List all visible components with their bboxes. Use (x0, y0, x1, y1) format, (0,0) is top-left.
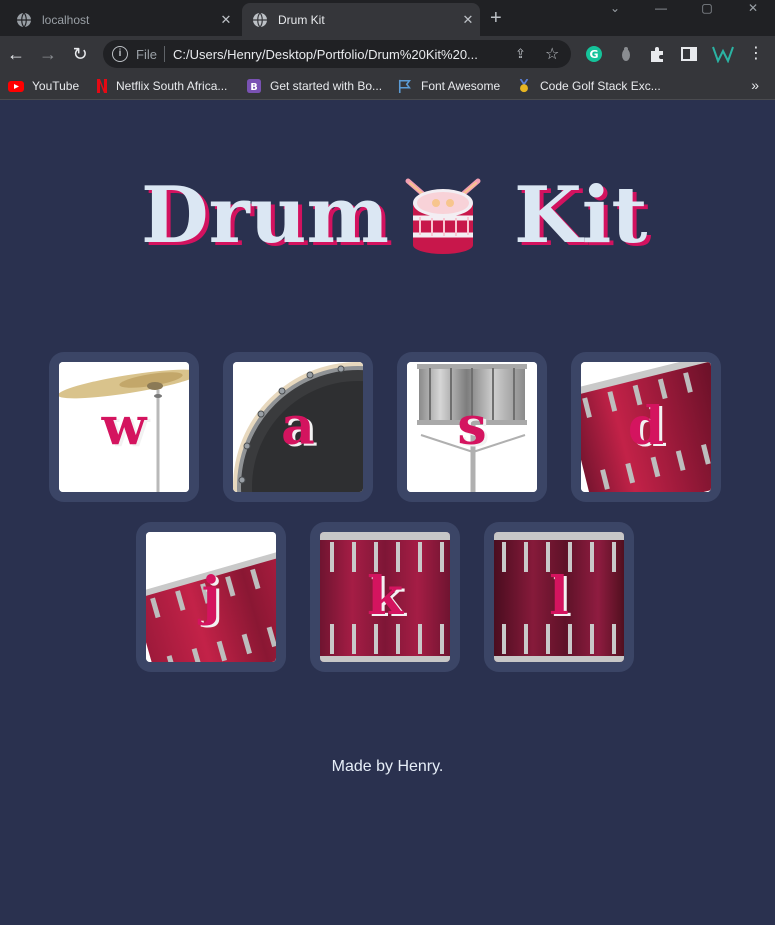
key-letter: l (549, 566, 569, 627)
netflix-icon (97, 79, 107, 93)
bookmark-netflix[interactable]: Netflix South Africa... (96, 78, 227, 94)
more-bookmarks-icon[interactable]: » (751, 77, 759, 93)
bookmark-star-icon[interactable]: ☆ (545, 44, 559, 64)
key-letter: d (627, 396, 665, 457)
address-bar[interactable]: i File C:/Users/Henry/Desktop/Portfolio/… (103, 40, 571, 68)
bookmark-font-awesome[interactable]: Font Awesome (397, 78, 500, 94)
close-tab-icon[interactable]: ✕ (456, 12, 480, 28)
key-letter: k (366, 566, 404, 627)
bookmark-code-golf[interactable]: Code Golf Stack Exc... (516, 78, 661, 94)
close-tab-icon[interactable]: ✕ (214, 12, 238, 28)
bookmark-label: YouTube (32, 79, 80, 93)
extension-icon[interactable] (617, 45, 635, 63)
tab-drum-kit[interactable]: Drum Kit ✕ (242, 3, 480, 36)
tom-drum-image: d (581, 362, 711, 492)
drum-key-j[interactable]: j (136, 522, 286, 672)
svg-text:G: G (589, 48, 598, 61)
profile-avatar-icon[interactable] (711, 45, 735, 63)
drum-key-w[interactable]: w (49, 352, 199, 502)
drum-key-d[interactable]: d (571, 352, 721, 502)
key-letter: s (457, 396, 487, 457)
share-icon[interactable]: ⇪ (515, 46, 526, 62)
youtube-icon (8, 81, 24, 92)
bookmark-label: Get started with Bo... (270, 79, 383, 93)
tab-search-icon[interactable]: ⌄ (592, 0, 638, 16)
page-title: Drum Kit (0, 173, 775, 259)
puzzle-extensions-icon[interactable] (648, 45, 666, 63)
drum-emoji-icon (405, 178, 481, 254)
browser-toolbar: ← → ↻ i File C:/Users/Henry/Desktop/Port… (0, 36, 775, 72)
bookmark-label: Font Awesome (421, 79, 501, 93)
tab-localhost[interactable]: localhost ✕ (6, 3, 238, 36)
info-icon[interactable]: i (112, 46, 128, 62)
url-text[interactable]: C:/Users/Henry/Desktop/Portfolio/Drum%20… (173, 47, 507, 62)
title-word-kit: Kit (514, 170, 648, 261)
tab-title: Drum Kit (278, 12, 325, 27)
side-panel-icon[interactable] (680, 45, 698, 63)
close-window-button[interactable]: ✕ (730, 0, 775, 16)
key-letter: j (201, 566, 221, 627)
forward-button[interactable]: → (36, 42, 60, 66)
reload-button[interactable]: ↻ (68, 42, 92, 66)
title-word-drum: Drum (141, 170, 389, 261)
tom-drum-image: k (320, 532, 450, 662)
divider (164, 46, 165, 62)
bookmark-youtube[interactable]: YouTube (8, 78, 79, 94)
key-letter: w (101, 396, 147, 457)
globe-icon (17, 12, 31, 27)
bookmark-label: Code Golf Stack Exc... (540, 79, 661, 93)
bootstrap-icon: B (247, 79, 261, 93)
menu-kebab-icon[interactable]: ⋮ (744, 42, 768, 66)
code-golf-icon (519, 79, 529, 93)
globe-icon (253, 12, 267, 27)
key-letter: a (281, 396, 315, 457)
bookmark-label: Netflix South Africa... (116, 79, 228, 93)
tab-strip: localhost ✕ Drum Kit ✕ + ⌄ — ▢ ✕ (0, 0, 775, 36)
footer-credit: Made by Henry. (331, 758, 444, 775)
back-button[interactable]: ← (4, 42, 28, 66)
tom-drum-image: j (146, 532, 276, 662)
new-tab-button[interactable]: + (490, 6, 502, 30)
cymbal-image: w (59, 362, 189, 492)
bookmarks-bar: YouTube Netflix South Africa... B Get st… (0, 72, 775, 100)
snare-drum-image: s (407, 362, 537, 492)
drum-key-s[interactable]: s (397, 352, 547, 502)
bass-drum-image: a (233, 362, 363, 492)
url-scheme: File (136, 47, 157, 62)
svg-text:B: B (250, 82, 257, 93)
grammarly-icon[interactable]: G (585, 45, 603, 63)
tab-title: localhost (42, 12, 90, 27)
bookmark-bootstrap[interactable]: B Get started with Bo... (246, 78, 382, 94)
drum-key-l[interactable]: l (484, 522, 634, 672)
minimize-button[interactable]: — (638, 0, 684, 16)
tom-drum-image: l (494, 532, 624, 662)
drum-key-a[interactable]: a (223, 352, 373, 502)
maximize-button[interactable]: ▢ (684, 0, 730, 16)
page-content: Drum Kit w a s d j k l Made by Henry. (0, 101, 775, 925)
font-awesome-icon (398, 79, 411, 93)
drum-key-k[interactable]: k (310, 522, 460, 672)
